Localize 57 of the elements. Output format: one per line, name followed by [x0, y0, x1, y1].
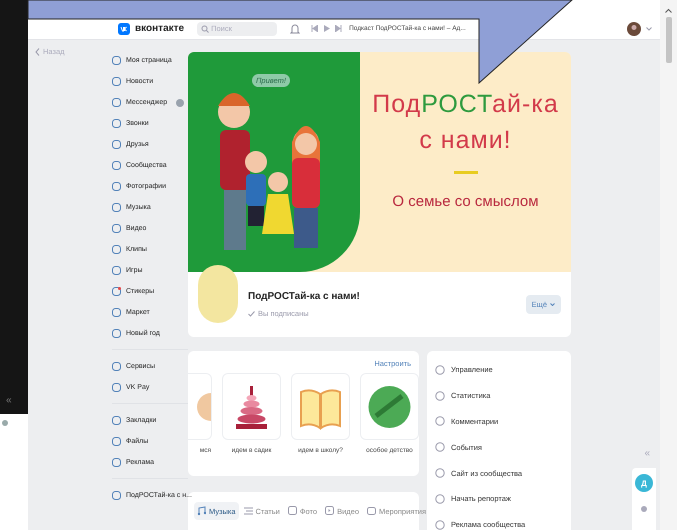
bell-icon [290, 22, 300, 34]
menu-item-icon [112, 416, 121, 425]
community-avatar [198, 264, 238, 322]
menu-item-icon [112, 161, 121, 170]
previous-icon [311, 25, 318, 32]
menu-item-icon [112, 491, 121, 500]
menu-item-icon [435, 442, 445, 452]
community-name: ПодРОСТай-ка с нами! [248, 291, 361, 302]
menu-item-icon [112, 458, 121, 467]
menu-item-icon [435, 416, 445, 426]
menu-item-icon [112, 182, 121, 191]
dot-icon [641, 506, 647, 512]
tab-icon [367, 506, 376, 516]
menu-item-icon [112, 98, 121, 107]
menu-item-icon [112, 224, 121, 233]
menu-item-icon [435, 520, 445, 530]
collapse-button[interactable]: « [0, 395, 28, 414]
menu-item-icon [435, 468, 445, 478]
menu-item-icon [112, 437, 121, 446]
check-icon [248, 310, 255, 316]
chevron-icon [35, 48, 40, 56]
caret-icon [550, 303, 555, 306]
menu-item-icon [112, 203, 121, 212]
tab-icon [325, 506, 334, 516]
next-icon [335, 25, 342, 32]
menu-item-icon [112, 266, 121, 275]
logo-text: вконтакте [135, 23, 184, 34]
menu-item-icon [112, 140, 121, 149]
dot-icon [2, 420, 8, 426]
tab-icon [244, 506, 253, 516]
menu-item-icon [435, 494, 445, 504]
play-icon [323, 25, 330, 32]
search-icon [201, 24, 210, 32]
widget-tile[interactable] [292, 374, 349, 439]
menu-item-icon [112, 362, 121, 371]
banner-title: ПодРОСТай-ка [372, 89, 559, 120]
widget-tile[interactable] [223, 374, 280, 439]
menu-item-icon [112, 383, 121, 392]
scrollbar-thumb[interactable] [666, 17, 672, 63]
menu-item-icon [435, 390, 445, 401]
menu-item-icon [112, 329, 121, 338]
avatar-icon [627, 22, 641, 36]
caret-icon [646, 26, 652, 30]
menu-item-icon [112, 56, 121, 65]
menu-item-icon [112, 245, 121, 254]
tab-icon [288, 506, 297, 516]
banner-title: с нами! [419, 125, 512, 156]
banner-subtitle: О семье со смыслом [392, 193, 539, 210]
menu-item-icon [112, 77, 121, 86]
vk-logo-icon [118, 22, 130, 34]
widget-tile[interactable] [361, 374, 418, 439]
partial-image-icon [197, 392, 211, 420]
tab-icon [197, 506, 206, 516]
menu-item-icon [112, 308, 121, 317]
menu-item-icon [435, 364, 445, 375]
menu-item-icon [112, 119, 121, 128]
scroll-up-icon [665, 8, 672, 13]
